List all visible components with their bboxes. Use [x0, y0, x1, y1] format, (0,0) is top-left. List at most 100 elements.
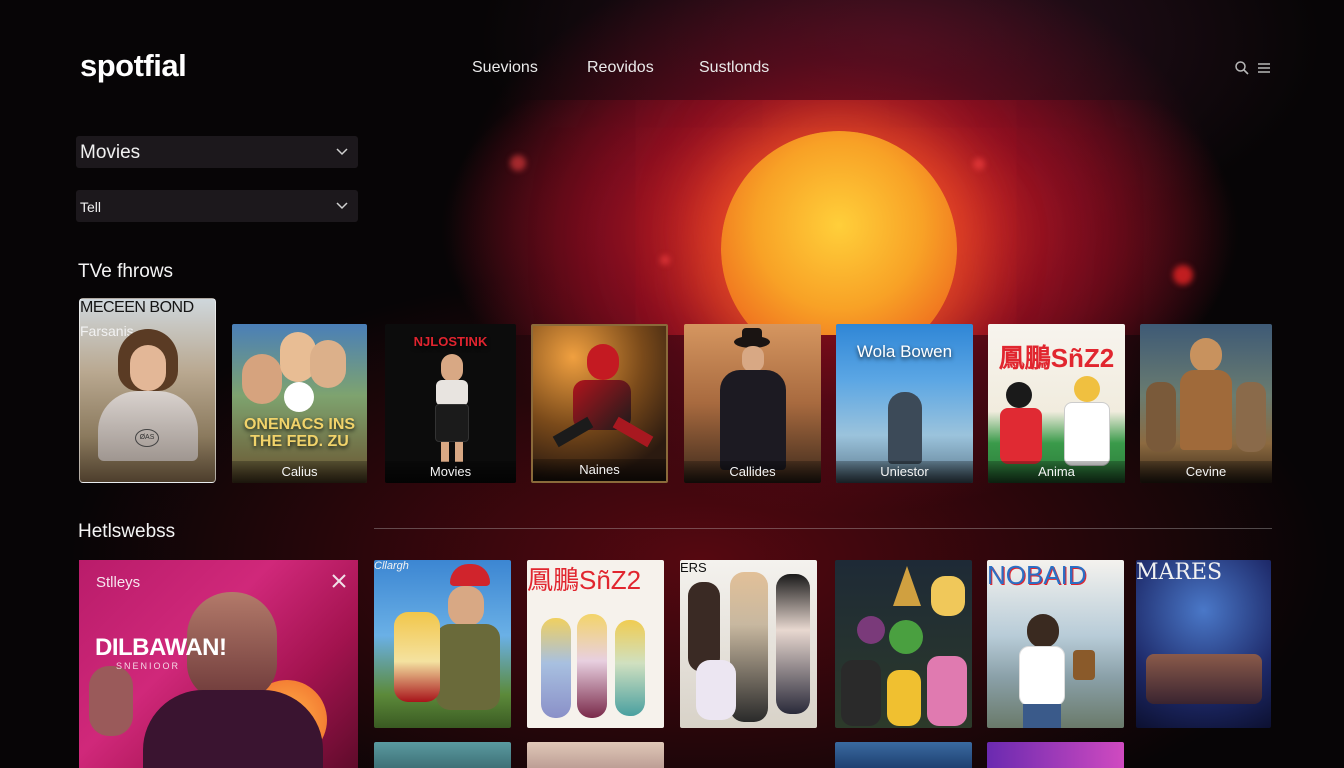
card-caption: Callides	[684, 461, 821, 483]
nav-item-sustlonds[interactable]: Sustlonds	[699, 59, 769, 77]
movie-card[interactable]: MARES	[1136, 560, 1271, 728]
movie-card[interactable]: Cllargh	[374, 560, 511, 728]
promo-figure	[143, 690, 323, 768]
section-divider	[374, 528, 1272, 529]
close-icon[interactable]	[330, 572, 348, 590]
promo-subtitle: SNENIOOR	[116, 661, 181, 671]
movie-card-peek[interactable]	[374, 742, 511, 768]
nav-item-reovidos[interactable]: Reovidos	[587, 59, 654, 77]
subcategory-dropdown-value: Tell	[80, 199, 102, 215]
promo-kicker: Stlleys	[96, 574, 141, 591]
section-title-row2: Hetlswebss	[78, 521, 176, 542]
subcategory-dropdown[interactable]: Tell	[76, 190, 358, 222]
poster-figure	[284, 382, 314, 412]
movie-card-peek[interactable]	[527, 742, 664, 768]
card-caption: Uniestor	[836, 461, 973, 483]
chevron-down-icon	[336, 148, 348, 156]
poster-figure	[541, 618, 571, 718]
category-dropdown-value: Movies	[80, 142, 141, 163]
poster-figure	[1190, 338, 1222, 372]
poster-title: NOBAID	[987, 560, 1087, 590]
poster-figure	[1019, 646, 1065, 706]
poster-title: NJLOSTINK	[413, 334, 488, 349]
hero-glow-dot	[510, 155, 526, 171]
promo-title: DILBAWAN!	[95, 634, 227, 661]
poster-figure	[612, 416, 654, 448]
menu-icon[interactable]	[1256, 60, 1272, 76]
poster-figure	[1146, 654, 1262, 704]
nav-item-suevions[interactable]: Suevions	[472, 59, 538, 77]
movie-card[interactable]: ONENACS INS THE FED. ZU Calius	[232, 324, 367, 483]
poster-title: 鳳鵬SñZ2	[527, 565, 642, 595]
poster-figure	[1006, 382, 1032, 408]
poster-figure	[615, 620, 645, 716]
app-logo[interactable]: spotfial	[80, 48, 187, 84]
poster-badge: ØAS	[135, 429, 159, 447]
poster-figure	[587, 344, 619, 380]
poster-figure	[888, 392, 922, 464]
movie-card[interactable]: Naines	[531, 324, 668, 483]
poster-title: Cllargh	[374, 560, 409, 572]
movie-card-peek[interactable]	[987, 742, 1124, 768]
poster-figure	[130, 345, 166, 391]
search-icon[interactable]	[1234, 60, 1250, 76]
poster-title: 鳳鵬SñZ2	[998, 343, 1115, 373]
hero-banner[interactable]	[380, 100, 1272, 335]
card-caption: Movies	[385, 461, 516, 483]
chevron-down-icon	[336, 202, 348, 210]
poster-title: ONENACS INS THE FED. ZU	[243, 416, 356, 450]
movie-card[interactable]: Callides	[684, 324, 821, 483]
poster-figure	[436, 624, 500, 710]
poster-figure	[441, 442, 449, 462]
poster-figure	[394, 612, 440, 702]
hero-sun	[721, 131, 957, 335]
hero-glow-dot	[1173, 265, 1193, 285]
hero-glow-dot	[973, 158, 985, 170]
card-caption: Calius	[232, 461, 367, 483]
poster-figure	[1074, 376, 1100, 402]
poster-figure	[1064, 402, 1110, 466]
poster-figure	[931, 576, 965, 616]
movie-card[interactable]: NJLOSTINK Movies	[385, 324, 516, 483]
poster-figure	[1146, 382, 1176, 452]
movie-card[interactable]: Wola Bowen Uniestor	[836, 324, 973, 483]
poster-title: MARES	[1136, 560, 1223, 585]
poster-figure	[1027, 614, 1059, 648]
movie-card-peek[interactable]	[835, 742, 972, 768]
movie-card[interactable]: Cevine	[1140, 324, 1272, 483]
section-title-row1: TVe fhrows	[78, 261, 174, 282]
movie-card[interactable]: 鳳鵬SñZ2 Anima	[988, 324, 1125, 483]
movie-card[interactable]	[835, 560, 972, 728]
featured-card[interactable]: MECEEN BOND ØAS Farsanis	[79, 298, 216, 483]
poster-figure	[742, 346, 764, 372]
poster-figure	[448, 586, 484, 626]
poster-figure	[696, 660, 736, 720]
poster-figure	[1023, 704, 1061, 728]
promo-card[interactable]: Stlleys DILBAWAN! SNENIOOR	[79, 560, 358, 768]
category-dropdown[interactable]: Movies	[76, 136, 358, 168]
card-caption: Naines	[533, 459, 666, 481]
poster-figure	[857, 616, 885, 644]
poster-figure	[1000, 408, 1042, 464]
movie-card[interactable]: 鳳鵬SñZ2	[527, 560, 664, 728]
poster-figure	[742, 328, 762, 342]
card-caption: Cevine	[1140, 461, 1272, 483]
movie-card[interactable]: NOBAID	[987, 560, 1124, 728]
poster-figure	[887, 670, 921, 726]
poster-figure	[455, 442, 463, 462]
poster-figure	[776, 574, 810, 714]
poster-title: MECEEN BOND	[80, 299, 194, 316]
poster-figure	[1180, 370, 1232, 450]
poster-figure	[688, 582, 720, 672]
hero-glow-dot	[660, 255, 670, 265]
poster-title: Wola Bowen	[856, 342, 953, 361]
movie-card[interactable]: ERS	[680, 560, 817, 728]
poster-figure	[436, 380, 468, 406]
card-caption: Anima	[988, 461, 1125, 483]
poster-figure	[577, 614, 607, 718]
poster-figure	[720, 370, 786, 470]
poster-figure	[242, 354, 282, 404]
poster-figure	[435, 404, 469, 442]
promo-figure	[89, 666, 133, 736]
poster-figure	[1073, 650, 1095, 680]
